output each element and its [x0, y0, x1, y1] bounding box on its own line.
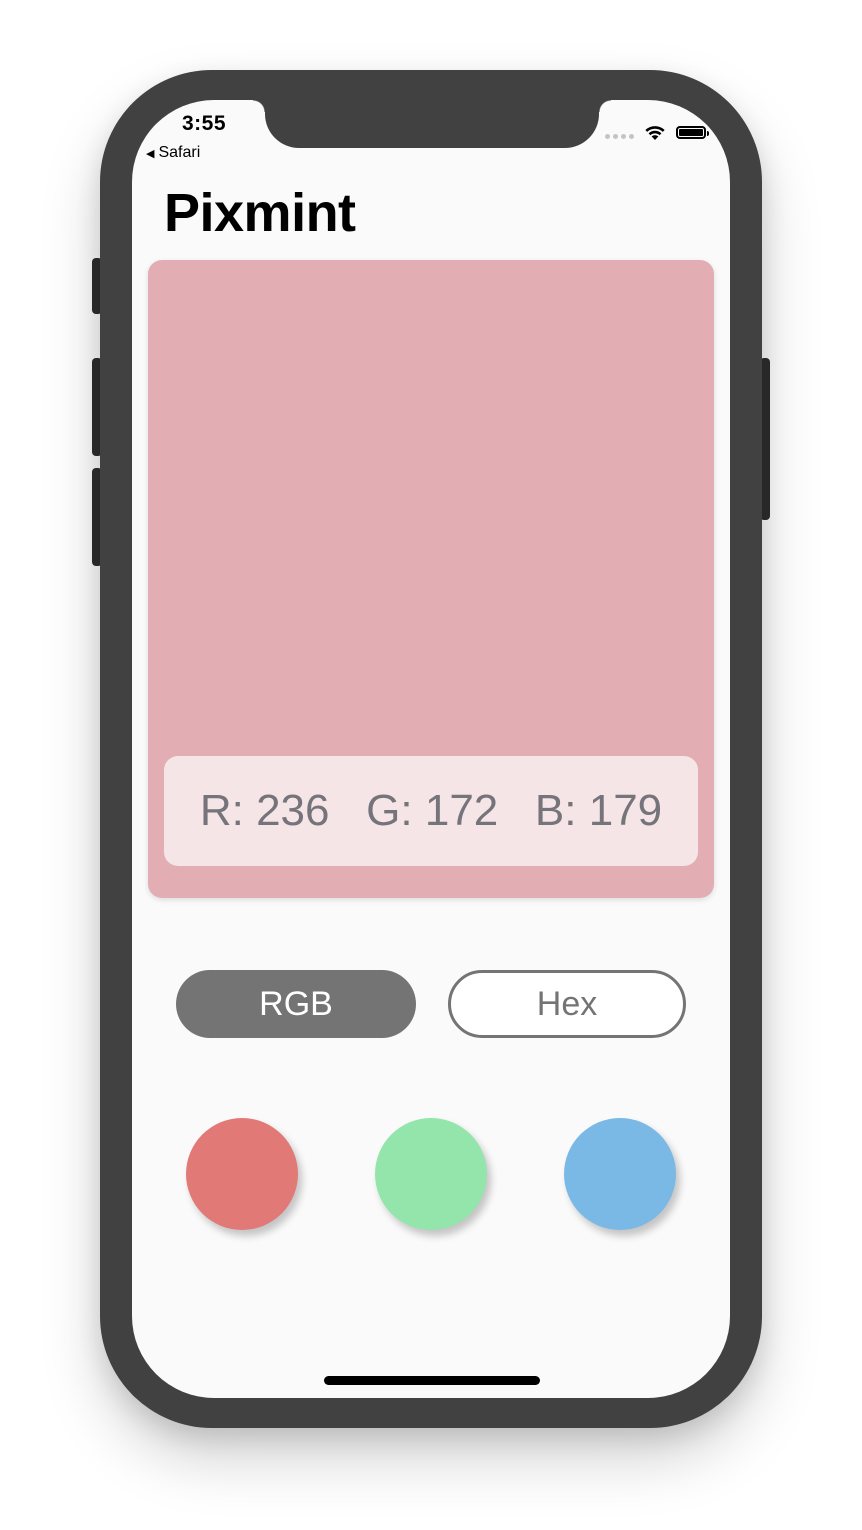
cellular-signal-icon	[605, 134, 634, 139]
back-to-safari-link[interactable]: ◀ Safari	[146, 144, 200, 162]
stage: 3:55 ◀ Safari Pixmint R: 236 G: 172 B: 1…	[0, 0, 862, 1530]
app-title: Pixmint	[164, 183, 356, 243]
wifi-icon	[645, 126, 665, 140]
rgb-readout: R: 236 G: 172 B: 179	[164, 756, 698, 866]
mode-toggle: RGB Hex	[176, 970, 686, 1038]
hex-mode-button[interactable]: Hex	[448, 970, 686, 1038]
phone-screen: 3:55 ◀ Safari Pixmint R: 236 G: 172 B: 1…	[132, 100, 730, 1398]
red-color-button[interactable]	[186, 1118, 298, 1230]
notch	[253, 100, 611, 148]
blue-color-button[interactable]	[564, 1118, 676, 1230]
battery-icon	[676, 126, 709, 139]
back-triangle-icon: ◀	[146, 147, 155, 160]
status-time: 3:55	[182, 112, 227, 135]
back-label: Safari	[158, 144, 201, 161]
home-indicator[interactable]	[324, 1376, 540, 1385]
rgb-mode-button[interactable]: RGB	[176, 970, 416, 1038]
status-indicators	[605, 124, 709, 141]
color-swatch: R: 236 G: 172 B: 179	[148, 260, 714, 898]
green-color-button[interactable]	[375, 1118, 487, 1230]
